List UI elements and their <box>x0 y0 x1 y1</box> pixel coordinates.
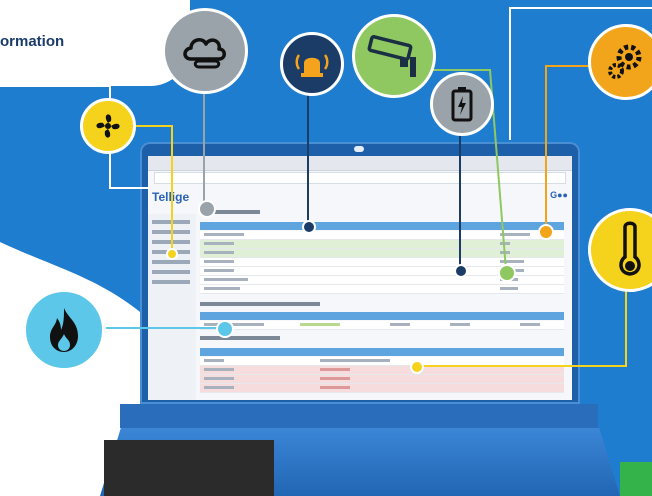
alarm-marker-dot <box>302 220 316 234</box>
camera-marker-dot <box>498 264 516 282</box>
battery-icon <box>430 72 494 136</box>
cloud-marker-dot <box>198 200 216 218</box>
fan-icon <box>80 98 136 154</box>
alarm-bell-icon <box>280 32 344 96</box>
settings-marker-dot <box>538 224 554 240</box>
flame-icon <box>22 288 106 372</box>
cloud-icon <box>162 8 248 94</box>
battery-marker-dot <box>454 264 468 278</box>
fan-marker-dot <box>166 248 178 260</box>
thermo-marker-dot <box>410 360 424 374</box>
fire-marker-dot <box>216 320 234 338</box>
security-camera-icon <box>352 14 436 98</box>
infographic: ormation Tellige G●● <box>0 0 652 496</box>
